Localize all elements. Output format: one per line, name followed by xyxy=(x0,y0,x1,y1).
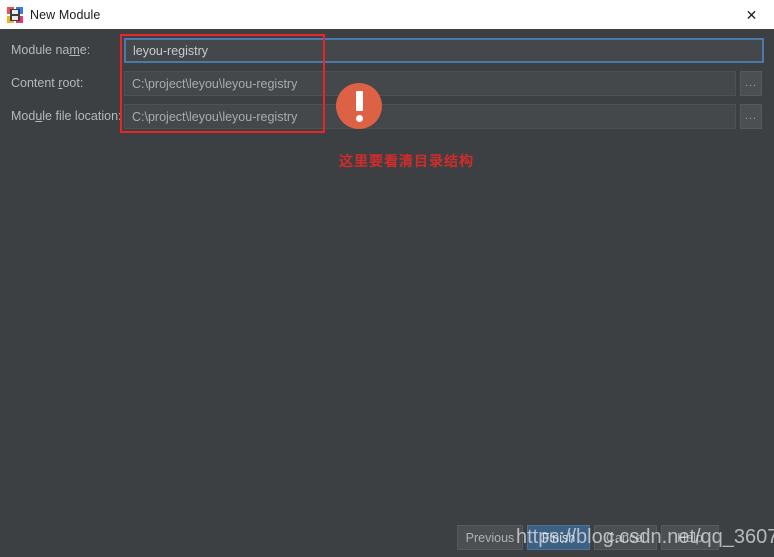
error-exclamation-icon xyxy=(336,83,382,129)
annotation-text: 这里要看清目录结构 xyxy=(339,154,474,170)
window-title: New Module xyxy=(30,7,101,22)
module-name-input[interactable] xyxy=(124,38,764,63)
module-file-location-input[interactable] xyxy=(124,104,736,129)
window-titlebar: New Module ✕ xyxy=(0,0,774,30)
content-root-browse-button[interactable]: ... xyxy=(740,71,762,96)
content-root-label: Content root: xyxy=(11,76,84,90)
module-name-label: Module name: xyxy=(11,43,91,57)
help-button[interactable]: Help xyxy=(661,525,719,550)
cancel-button[interactable]: Cancel xyxy=(594,525,657,550)
close-icon[interactable]: ✕ xyxy=(729,1,774,29)
module-file-location-label: Module file location: xyxy=(11,109,122,123)
finish-button[interactable]: Finish xyxy=(527,525,590,550)
dialog-body: Module name: Content root: ... Module fi… xyxy=(0,29,774,557)
module-file-location-browse-button[interactable]: ... xyxy=(740,104,762,129)
exclamation-dot xyxy=(355,114,363,122)
exclamation-bar xyxy=(355,90,363,111)
content-root-input[interactable] xyxy=(124,71,736,96)
intellij-idea-icon xyxy=(7,6,23,23)
previous-button[interactable]: Previous xyxy=(457,525,523,550)
